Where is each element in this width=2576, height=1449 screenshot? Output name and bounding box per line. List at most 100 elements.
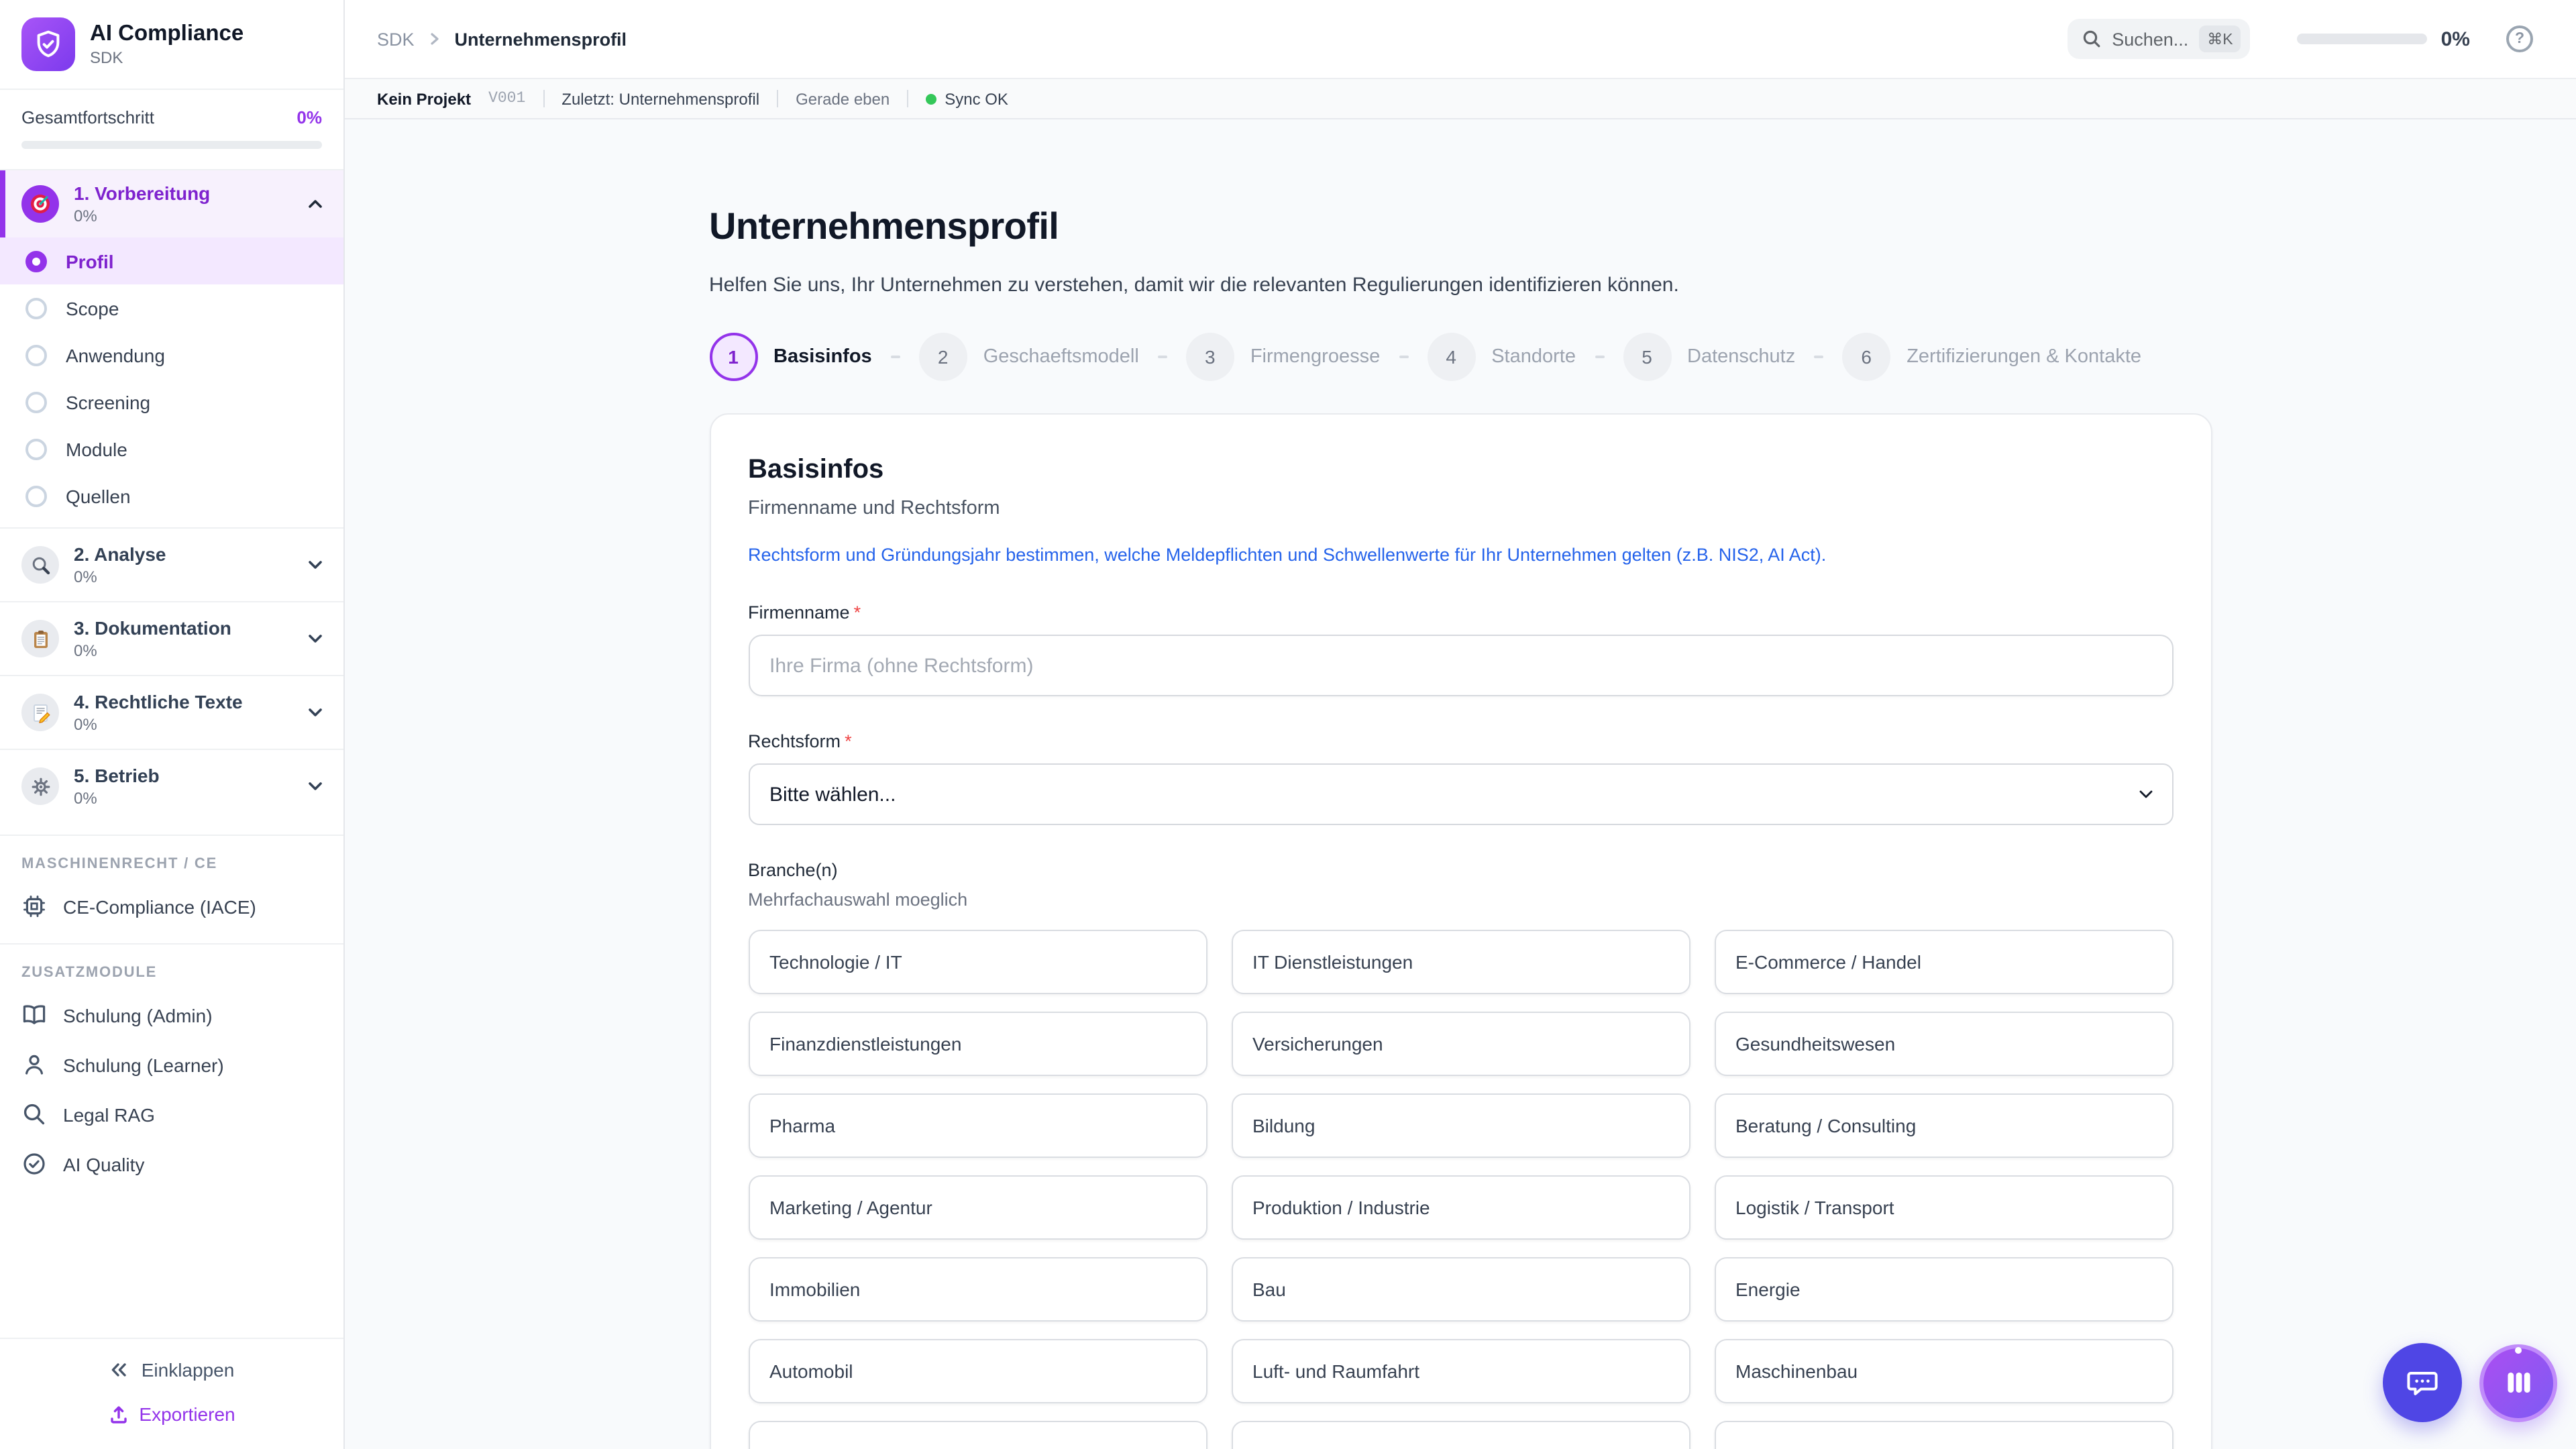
project-name: Kein Projekt (377, 89, 471, 108)
panels-fab-button[interactable] (2479, 1344, 2557, 1421)
sidebar-item-quellen[interactable]: Quellen (0, 472, 343, 519)
export-label: Exportieren (139, 1403, 235, 1425)
section-percent: 0% (74, 568, 166, 586)
sidebar-section-dokumentation[interactable]: 3. Dokumentation0% (0, 601, 343, 675)
industry-button-energie[interactable]: Energie (1714, 1257, 2173, 1322)
overall-progress-label: Gesamtfortschritt (21, 107, 154, 127)
search-input[interactable]: Suchen... ⌘K (2068, 19, 2250, 59)
sidebar-item-anwendung[interactable]: Anwendung (0, 331, 343, 378)
step-separator (1595, 355, 1604, 358)
collapse-label: Einklappen (142, 1359, 235, 1381)
industry-button-immobilien[interactable]: Immobilien (748, 1257, 1207, 1322)
radio-icon (25, 297, 47, 319)
app-root: AI Compliance SDK Gesamtfortschritt 0% 1… (0, 0, 2576, 1449)
sidebar-item-screening[interactable]: Screening (0, 378, 343, 425)
industry-button-partial[interactable] (1714, 1421, 2173, 1449)
rechtsform-selected-value: Bitte wählen... (769, 783, 896, 806)
sidebar-item-label: Scope (66, 297, 119, 319)
firmenname-input[interactable] (748, 635, 2173, 696)
last-saved-time: Gerade eben (796, 89, 890, 108)
industry-button-finanzdienstleistungen[interactable]: Finanzdienstleistungen (748, 1012, 1207, 1076)
step-firmengroesse[interactable]: 3Firmengroesse (1186, 332, 1380, 380)
help-button[interactable]: ? (2506, 25, 2533, 52)
industry-button-pharma[interactable]: Pharma (748, 1093, 1207, 1158)
overall-progress-bar (21, 141, 322, 149)
step-datenschutz[interactable]: 5 Datenschutz (1623, 332, 1795, 380)
sidebar-item-schulung-admin-[interactable]: Schulung (Admin) (0, 990, 343, 1040)
sync-ok-dot (926, 93, 936, 104)
sidebar-item-schulung-learner-[interactable]: Schulung (Learner) (0, 1040, 343, 1089)
industry-button-bau[interactable]: Bau (1231, 1257, 1690, 1322)
book-icon (21, 1002, 47, 1028)
industry-grid: Technologie / IT IT Dienstleistungen E-Com… (748, 930, 2173, 1449)
industry-button-technologie-it[interactable]: Technologie / IT (748, 930, 1207, 994)
section-percent: 0% (74, 207, 210, 225)
industry-button-logistik-transport[interactable]: Logistik / Transport (1714, 1175, 2173, 1240)
chevron-up-icon (306, 195, 325, 213)
app-logo-header: AI Compliance SDK (0, 0, 343, 90)
sidebar-item-ai-quality[interactable]: AI Quality (0, 1139, 343, 1189)
sidebar-section-betrieb[interactable]: 5. Betrieb0% (0, 749, 343, 822)
step-geschaeftsmodell[interactable]: 2Geschaeftsmodell (919, 332, 1139, 380)
section-titles: 2. Analyse0% (74, 543, 166, 586)
required-asterisk: * (845, 731, 852, 751)
step-number: 2 (919, 332, 967, 380)
collapse-sidebar-button[interactable]: Einklappen (0, 1359, 343, 1381)
industry-button-e-commerce-handel[interactable]: E-Commerce / Handel (1714, 930, 2173, 994)
section-percent: 0% (74, 641, 231, 660)
radio-icon (25, 485, 47, 506)
sidebar-item-ce-compliance[interactable]: CE-Compliance (IACE) (0, 881, 343, 931)
sidebar-item-profil[interactable]: Profil (0, 237, 343, 284)
content-scroll-area[interactable]: Unternehmensprofil Helfen Sie uns, Ihr U… (345, 119, 2576, 1449)
industry-button-luft-und-raumfahrt[interactable]: Luft- und Raumfahrt (1231, 1339, 1690, 1403)
industry-button-marketing-agentur[interactable]: Marketing / Agentur (748, 1175, 1207, 1240)
industry-button-bildung[interactable]: Bildung (1231, 1093, 1690, 1158)
app-title: AI Compliance (90, 21, 244, 46)
sidebar-item-label: Module (66, 438, 127, 460)
rechtsform-select[interactable]: Bitte wählen... (748, 763, 2173, 825)
breadcrumb-root[interactable]: SDK (377, 29, 415, 49)
sidebar-item-label: AI Quality (63, 1153, 144, 1175)
step-separator (891, 355, 900, 358)
last-visited: Zuletzt: Unternehmensprofil (561, 89, 759, 108)
radio-icon (25, 344, 47, 366)
industry-button-automobil[interactable]: Automobil (748, 1339, 1207, 1403)
step-basisinfos[interactable]: 1Basisinfos (709, 332, 872, 380)
rechtsform-label: Rechtsform* (748, 731, 2173, 751)
sidebar-item-legal-rag[interactable]: Legal RAG (0, 1089, 343, 1139)
check-circle-icon (21, 1151, 47, 1177)
topbar: SDK Unternehmensprofil Suchen... ⌘K 0% ? (345, 0, 2576, 79)
sidebar-extra-modules: Schulung (Admin)Schulung (Learner)Legal … (0, 990, 343, 1189)
clipboard-icon (21, 620, 59, 657)
industry-button-maschinenbau[interactable]: Maschinenbau (1714, 1339, 2173, 1403)
sidebar-item-scope[interactable]: Scope (0, 284, 343, 331)
sidebar-section-analyse[interactable]: 2. Analyse0% (0, 527, 343, 601)
chevron-right-icon (427, 31, 443, 47)
industry-button-produktion-industrie[interactable]: Produktion / Industrie (1231, 1175, 1690, 1240)
step-standorte[interactable]: 4Standorte (1427, 332, 1576, 380)
sidebar-section-rechtliche texte[interactable]: 4. Rechtliche Texte0% (0, 675, 343, 749)
sidebar-footer: Einklappen Exportieren (0, 1338, 343, 1449)
regulation-hint-text: Rechtsform und Gründungsjahr bestimmen, … (748, 541, 2173, 568)
step-label: Datenschutz (1687, 345, 1795, 367)
upload-icon (108, 1404, 128, 1424)
industry-button-it-dienstleistungen[interactable]: IT Dienstleistungen (1231, 930, 1690, 994)
sidebar-section-vorbereitung[interactable]: 1. Vorbereitung 0% (0, 170, 343, 237)
branche-label: Branche(n) (748, 860, 2173, 880)
industry-button-partial[interactable] (748, 1421, 1207, 1449)
export-button[interactable]: Exportieren (0, 1403, 343, 1425)
sidebar-sections: 2. Analyse0% 3. Dokumentation0%4. Rechtli… (0, 527, 343, 822)
chevron-down-icon (306, 629, 325, 648)
shield-check-logo-icon (21, 17, 75, 71)
chat-fab-button[interactable] (2383, 1343, 2462, 1422)
step-zertifizierungen-kontakte[interactable]: 6Zertifizierungen & Kontakte (1842, 332, 2141, 380)
sidebar-subnav-vorbereitung: Profil Scope AnwendungScreening Module Quell… (0, 237, 343, 519)
step-number: 3 (1186, 332, 1234, 380)
industry-button-beratung-consulting[interactable]: Beratung / Consulting (1714, 1093, 2173, 1158)
step-number: 5 (1623, 332, 1671, 380)
sidebar-item-module[interactable]: Module (0, 425, 343, 472)
required-asterisk: * (854, 602, 861, 623)
industry-button-partial[interactable] (1231, 1421, 1690, 1449)
industry-button-versicherungen[interactable]: Versicherungen (1231, 1012, 1690, 1076)
industry-button-gesundheitswesen[interactable]: Gesundheitswesen (1714, 1012, 2173, 1076)
